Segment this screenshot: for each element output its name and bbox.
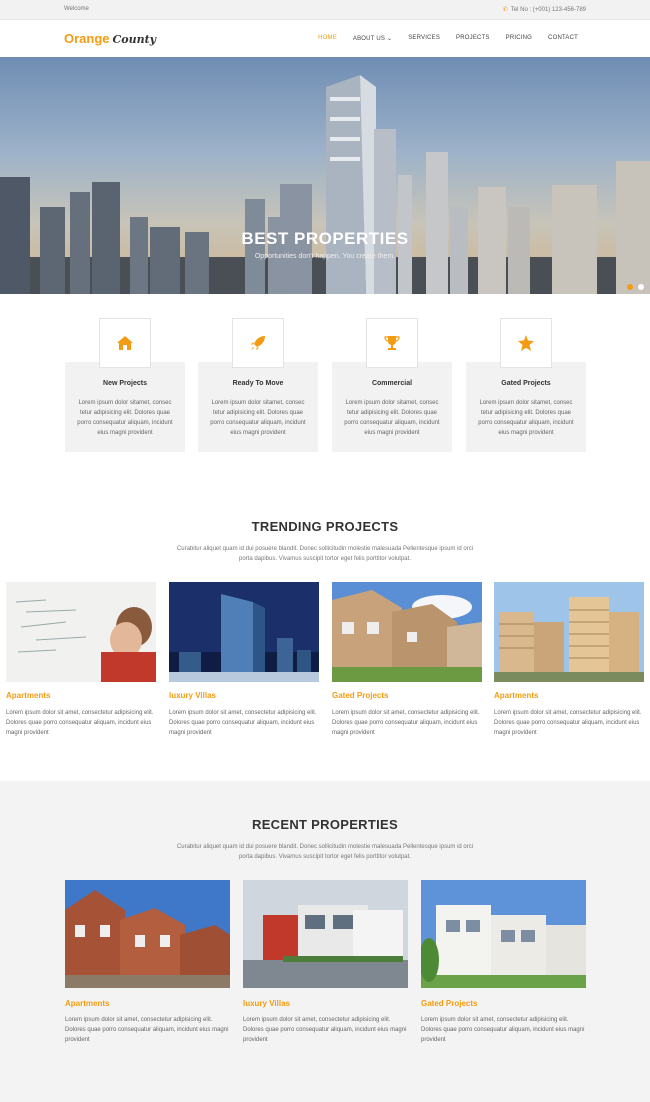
trending-item[interactable]: luxury Villas Lorem ipsum dolor sit amet… xyxy=(169,582,319,738)
home-icon xyxy=(99,318,151,368)
feature-text: Lorem ipsum dolor sitamet, consec tetur … xyxy=(210,400,306,436)
trophy-icon xyxy=(366,318,418,368)
top-bar: Welcome ✆ Tel No : (+001) 123-456-789 xyxy=(0,0,650,20)
feature-card[interactable]: New Projects Lorem ipsum dolor sitamet, … xyxy=(65,318,185,452)
recent-item-text: Lorem ipsum dolor sit amet, consectetur … xyxy=(65,1017,229,1043)
recent-image-modern-villas xyxy=(243,880,408,988)
site-header: Orange County HOME ABOUT US ⌄ SERVICES PR… xyxy=(0,20,650,57)
welcome-text: Welcome xyxy=(64,6,89,12)
trending-title: TRENDING PROJECTS xyxy=(251,519,399,534)
slider-dots xyxy=(627,284,644,290)
trending-item-text: Lorem ipsum dolor sit amet, consectetur … xyxy=(494,710,642,736)
trending-item[interactable]: Apartments Lorem ipsum dolor sit amet, c… xyxy=(6,582,156,738)
chevron-down-icon: ⌄ xyxy=(386,36,393,42)
main-nav: HOME ABOUT US ⌄ SERVICES PROJECTS PRICIN… xyxy=(318,35,578,42)
trending-item-text: Lorem ipsum dolor sit amet, consectetur … xyxy=(6,710,154,736)
recent-item-title[interactable]: luxury Villas xyxy=(243,999,408,1008)
recent-title: RECENT PROPERTIES xyxy=(252,817,398,832)
hero-title: BEST PROPERTIES xyxy=(241,229,409,248)
phone-icon: ✆ xyxy=(502,7,508,13)
trending-item-text: Lorem ipsum dolor sit amet, consectetur … xyxy=(169,710,317,736)
trending-image-townhouses xyxy=(332,582,482,682)
phone-number: Tel No : (+001) 123-456-789 xyxy=(510,7,586,13)
nav-projects[interactable]: PROJECTS xyxy=(456,35,490,42)
rocket-icon xyxy=(232,318,284,368)
nav-about-label: ABOUT US xyxy=(352,36,386,42)
hero-subtitle: Opportunities don't happen. You create t… xyxy=(254,253,396,260)
logo-secondary: County xyxy=(112,33,157,46)
trending-item-title[interactable]: luxury Villas xyxy=(169,691,319,700)
recent-item-title[interactable]: Apartments xyxy=(65,999,230,1008)
nav-contact[interactable]: CONTACT xyxy=(548,35,578,42)
recent-subtitle: Curabitur aliquet quam id dui posuere bl… xyxy=(176,844,474,860)
trending-item-title[interactable]: Apartments xyxy=(6,691,156,700)
recent-item-title[interactable]: Gated Projects xyxy=(421,999,586,1008)
feature-title: Ready To Move xyxy=(232,380,284,387)
slider-dot-1[interactable] xyxy=(627,284,633,290)
features-section: New Projects Lorem ipsum dolor sitamet, … xyxy=(65,318,586,452)
feature-text: Lorem ipsum dolor sitamet, consec tetur … xyxy=(344,400,440,436)
recent-image-brick-homes xyxy=(65,880,230,988)
logo-primary: Orange xyxy=(64,31,110,46)
feature-title: Commercial xyxy=(371,380,413,387)
nav-home[interactable]: HOME xyxy=(318,35,337,42)
hero-slider[interactable]: BEST PROPERTIES Opportunities don't happ… xyxy=(0,57,650,294)
feature-text: Lorem ipsum dolor sitamet, consec tetur … xyxy=(478,400,574,436)
slider-dot-2[interactable] xyxy=(638,284,644,290)
recent-item[interactable]: luxury Villas Lorem ipsum dolor sit amet… xyxy=(243,880,408,1045)
trending-item-text: Lorem ipsum dolor sit amet, consectetur … xyxy=(332,710,480,736)
feature-title: New Projects xyxy=(103,380,147,387)
recent-item-text: Lorem ipsum dolor sit amet, consectetur … xyxy=(421,1017,585,1043)
recent-item-text: Lorem ipsum dolor sit amet, consectetur … xyxy=(243,1017,407,1043)
site-logo[interactable]: Orange County xyxy=(64,31,156,46)
trending-item[interactable]: Gated Projects Lorem ipsum dolor sit ame… xyxy=(332,582,482,738)
feature-card[interactable]: Ready To Move Lorem ipsum dolor sitamet,… xyxy=(198,318,318,452)
trending-image-apartments xyxy=(494,582,644,682)
recent-image-gated-homes xyxy=(421,880,586,988)
trending-subtitle: Curabitur aliquet quam id dui posuere bl… xyxy=(176,546,474,562)
trending-image-whiteboard xyxy=(6,582,156,682)
trending-image-tower xyxy=(169,582,319,682)
nav-services[interactable]: SERVICES xyxy=(408,35,440,42)
nav-about[interactable]: ABOUT US ⌄ xyxy=(353,35,392,42)
feature-card[interactable]: Gated Projects Lorem ipsum dolor sitamet… xyxy=(466,318,586,452)
feature-title: Gated Projects xyxy=(501,380,551,387)
feature-text: Lorem ipsum dolor sitamet, consec tetur … xyxy=(77,400,173,436)
star-icon xyxy=(500,318,552,368)
trending-item-title[interactable]: Apartments xyxy=(494,691,644,700)
phone-info[interactable]: ✆ Tel No : (+001) 123-456-789 xyxy=(503,6,586,13)
feature-card[interactable]: Commercial Lorem ipsum dolor sitamet, co… xyxy=(332,318,452,452)
trending-item-title[interactable]: Gated Projects xyxy=(332,691,482,700)
trending-item[interactable]: Apartments Lorem ipsum dolor sit amet, c… xyxy=(494,582,644,738)
recent-item[interactable]: Apartments Lorem ipsum dolor sit amet, c… xyxy=(65,880,230,1045)
recent-item[interactable]: Gated Projects Lorem ipsum dolor sit ame… xyxy=(421,880,586,1045)
nav-pricing[interactable]: PRICING xyxy=(506,35,532,42)
